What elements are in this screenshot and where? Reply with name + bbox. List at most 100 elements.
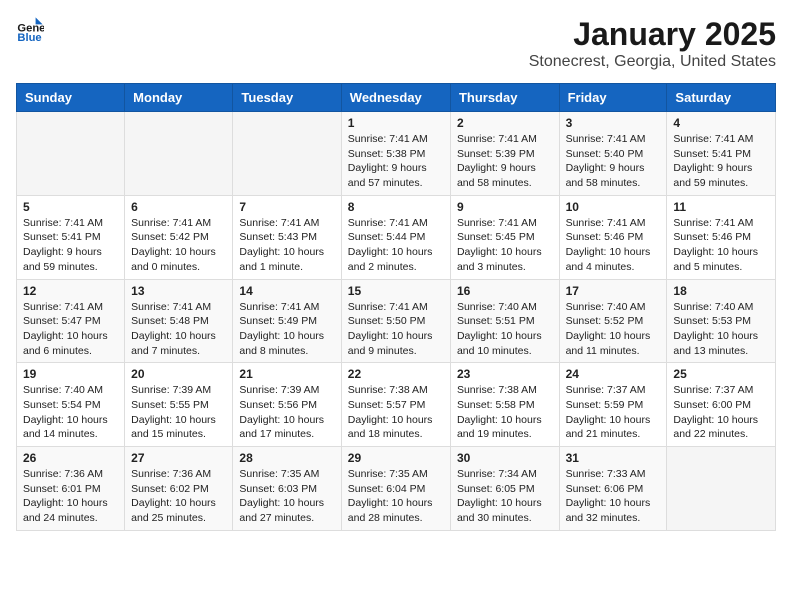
- logo: General Blue: [16, 16, 44, 44]
- calendar-cell: 26 Sunrise: 7:36 AM Sunset: 6:01 PM Dayli…: [17, 447, 125, 531]
- day-number: 13: [131, 284, 226, 298]
- calendar-cell: 16 Sunrise: 7:40 AM Sunset: 5:51 PM Dayli…: [450, 279, 559, 363]
- calendar-cell: 23 Sunrise: 7:38 AM Sunset: 5:58 PM Dayli…: [450, 363, 559, 447]
- day-info: Sunrise: 7:41 AM Sunset: 5:41 PM Dayligh…: [23, 216, 118, 275]
- day-number: 4: [673, 116, 769, 130]
- day-info: Sunrise: 7:41 AM Sunset: 5:49 PM Dayligh…: [239, 300, 334, 359]
- day-number: 17: [566, 284, 661, 298]
- day-info: Sunrise: 7:41 AM Sunset: 5:45 PM Dayligh…: [457, 216, 553, 275]
- day-info: Sunrise: 7:35 AM Sunset: 6:03 PM Dayligh…: [239, 467, 334, 526]
- calendar-cell: 24Sunrise: 7:37 AM Sunset: 5:59 PM Dayli…: [559, 363, 667, 447]
- day-number: 11: [673, 200, 769, 214]
- day-number: 10: [566, 200, 661, 214]
- day-info: Sunrise: 7:41 AM Sunset: 5:46 PM Dayligh…: [673, 216, 769, 275]
- day-number: 28: [239, 451, 334, 465]
- day-info: Sunrise: 7:40 AM Sunset: 5:54 PM Dayligh…: [23, 383, 118, 442]
- day-info: Sunrise: 7:38 AM Sunset: 5:58 PM Dayligh…: [457, 383, 553, 442]
- day-number: 26: [23, 451, 118, 465]
- day-number: 21: [239, 367, 334, 381]
- logo-icon: General Blue: [16, 16, 44, 44]
- day-header-wednesday: Wednesday: [341, 84, 450, 112]
- day-info: Sunrise: 7:41 AM Sunset: 5:44 PM Dayligh…: [348, 216, 444, 275]
- day-header-thursday: Thursday: [450, 84, 559, 112]
- calendar-cell: 29 Sunrise: 7:35 AM Sunset: 6:04 PM Dayli…: [341, 447, 450, 531]
- calendar-cell: 21 Sunrise: 7:39 AM Sunset: 5:56 PM Dayli…: [233, 363, 341, 447]
- day-number: 18: [673, 284, 769, 298]
- calendar-cell: 13 Sunrise: 7:41 AM Sunset: 5:48 PM Dayli…: [125, 279, 233, 363]
- calendar-cell: 28 Sunrise: 7:35 AM Sunset: 6:03 PM Dayli…: [233, 447, 341, 531]
- day-info: Sunrise: 7:41 AM Sunset: 5:42 PM Dayligh…: [131, 216, 226, 275]
- day-info: Sunrise: 7:40 AM Sunset: 5:51 PM Dayligh…: [457, 300, 553, 359]
- day-info: Sunrise: 7:41 AM Sunset: 5:50 PM Dayligh…: [348, 300, 444, 359]
- calendar-week-row: 12 Sunrise: 7:41 AM Sunset: 5:47 PM Dayli…: [17, 279, 776, 363]
- day-number: 9: [457, 200, 553, 214]
- day-number: 31: [566, 451, 661, 465]
- day-number: 12: [23, 284, 118, 298]
- day-info: Sunrise: 7:39 AM Sunset: 5:55 PM Dayligh…: [131, 383, 226, 442]
- calendar-cell: 2Sunrise: 7:41 AM Sunset: 5:39 PM Daylig…: [450, 112, 559, 196]
- day-number: 25: [673, 367, 769, 381]
- day-info: Sunrise: 7:41 AM Sunset: 5:41 PM Dayligh…: [673, 132, 769, 191]
- location-title: Stonecrest, Georgia, United States: [529, 53, 776, 71]
- day-info: Sunrise: 7:37 AM Sunset: 6:00 PM Dayligh…: [673, 383, 769, 442]
- day-number: 29: [348, 451, 444, 465]
- day-number: 23: [457, 367, 553, 381]
- calendar-cell: 20 Sunrise: 7:39 AM Sunset: 5:55 PM Dayli…: [125, 363, 233, 447]
- day-number: 27: [131, 451, 226, 465]
- day-header-sunday: Sunday: [17, 84, 125, 112]
- day-info: Sunrise: 7:39 AM Sunset: 5:56 PM Dayligh…: [239, 383, 334, 442]
- day-info: Sunrise: 7:41 AM Sunset: 5:40 PM Dayligh…: [566, 132, 661, 191]
- calendar-cell: [125, 112, 233, 196]
- day-number: 30: [457, 451, 553, 465]
- day-number: 20: [131, 367, 226, 381]
- calendar-cell: [233, 112, 341, 196]
- day-number: 19: [23, 367, 118, 381]
- calendar-week-row: 26 Sunrise: 7:36 AM Sunset: 6:01 PM Dayli…: [17, 447, 776, 531]
- calendar-cell: [17, 112, 125, 196]
- day-header-saturday: Saturday: [667, 84, 776, 112]
- day-number: 6: [131, 200, 226, 214]
- day-header-tuesday: Tuesday: [233, 84, 341, 112]
- calendar-cell: 11 Sunrise: 7:41 AM Sunset: 5:46 PM Dayli…: [667, 195, 776, 279]
- day-number: 16: [457, 284, 553, 298]
- calendar-cell: [667, 447, 776, 531]
- calendar-cell: 4 Sunrise: 7:41 AM Sunset: 5:41 PM Daylig…: [667, 112, 776, 196]
- day-info: Sunrise: 7:40 AM Sunset: 5:53 PM Dayligh…: [673, 300, 769, 359]
- day-info: Sunrise: 7:41 AM Sunset: 5:48 PM Dayligh…: [131, 300, 226, 359]
- calendar-cell: 9 Sunrise: 7:41 AM Sunset: 5:45 PM Daylig…: [450, 195, 559, 279]
- day-info: Sunrise: 7:38 AM Sunset: 5:57 PM Dayligh…: [348, 383, 444, 442]
- day-info: Sunrise: 7:40 AM Sunset: 5:52 PM Dayligh…: [566, 300, 661, 359]
- day-number: 22: [348, 367, 444, 381]
- calendar-cell: 3 Sunrise: 7:41 AM Sunset: 5:40 PM Daylig…: [559, 112, 667, 196]
- calendar-cell: 30 Sunrise: 7:34 AM Sunset: 6:05 PM Dayli…: [450, 447, 559, 531]
- calendar-cell: 10Sunrise: 7:41 AM Sunset: 5:46 PM Dayli…: [559, 195, 667, 279]
- calendar-cell: 31Sunrise: 7:33 AM Sunset: 6:06 PM Dayli…: [559, 447, 667, 531]
- calendar-cell: 18 Sunrise: 7:40 AM Sunset: 5:53 PM Dayli…: [667, 279, 776, 363]
- day-number: 15: [348, 284, 444, 298]
- calendar-cell: 15 Sunrise: 7:41 AM Sunset: 5:50 PM Dayli…: [341, 279, 450, 363]
- calendar-cell: 17 Sunrise: 7:40 AM Sunset: 5:52 PM Dayli…: [559, 279, 667, 363]
- calendar-cell: 1Sunrise: 7:41 AM Sunset: 5:38 PM Daylig…: [341, 112, 450, 196]
- day-info: Sunrise: 7:35 AM Sunset: 6:04 PM Dayligh…: [348, 467, 444, 526]
- calendar-cell: 5 Sunrise: 7:41 AM Sunset: 5:41 PM Daylig…: [17, 195, 125, 279]
- page-header: General Blue January 2025 Stonecrest, Ge…: [16, 16, 776, 71]
- day-info: Sunrise: 7:34 AM Sunset: 6:05 PM Dayligh…: [457, 467, 553, 526]
- day-number: 8: [348, 200, 444, 214]
- day-info: Sunrise: 7:41 AM Sunset: 5:47 PM Dayligh…: [23, 300, 118, 359]
- day-info: Sunrise: 7:36 AM Sunset: 6:02 PM Dayligh…: [131, 467, 226, 526]
- day-info: Sunrise: 7:36 AM Sunset: 6:01 PM Dayligh…: [23, 467, 118, 526]
- calendar-cell: 27 Sunrise: 7:36 AM Sunset: 6:02 PM Dayli…: [125, 447, 233, 531]
- day-info: Sunrise: 7:41 AM Sunset: 5:38 PM Dayligh…: [348, 132, 444, 191]
- day-number: 5: [23, 200, 118, 214]
- calendar-cell: 19 Sunrise: 7:40 AM Sunset: 5:54 PM Dayli…: [17, 363, 125, 447]
- month-title: January 2025: [529, 16, 776, 53]
- day-number: 24: [566, 367, 661, 381]
- day-number: 14: [239, 284, 334, 298]
- day-number: 7: [239, 200, 334, 214]
- calendar-cell: 6 Sunrise: 7:41 AM Sunset: 5:42 PM Daylig…: [125, 195, 233, 279]
- calendar-week-row: 19 Sunrise: 7:40 AM Sunset: 5:54 PM Dayli…: [17, 363, 776, 447]
- calendar-cell: 22 Sunrise: 7:38 AM Sunset: 5:57 PM Dayli…: [341, 363, 450, 447]
- day-number: 3: [566, 116, 661, 130]
- svg-text:Blue: Blue: [17, 32, 41, 44]
- calendar-cell: 8 Sunrise: 7:41 AM Sunset: 5:44 PM Daylig…: [341, 195, 450, 279]
